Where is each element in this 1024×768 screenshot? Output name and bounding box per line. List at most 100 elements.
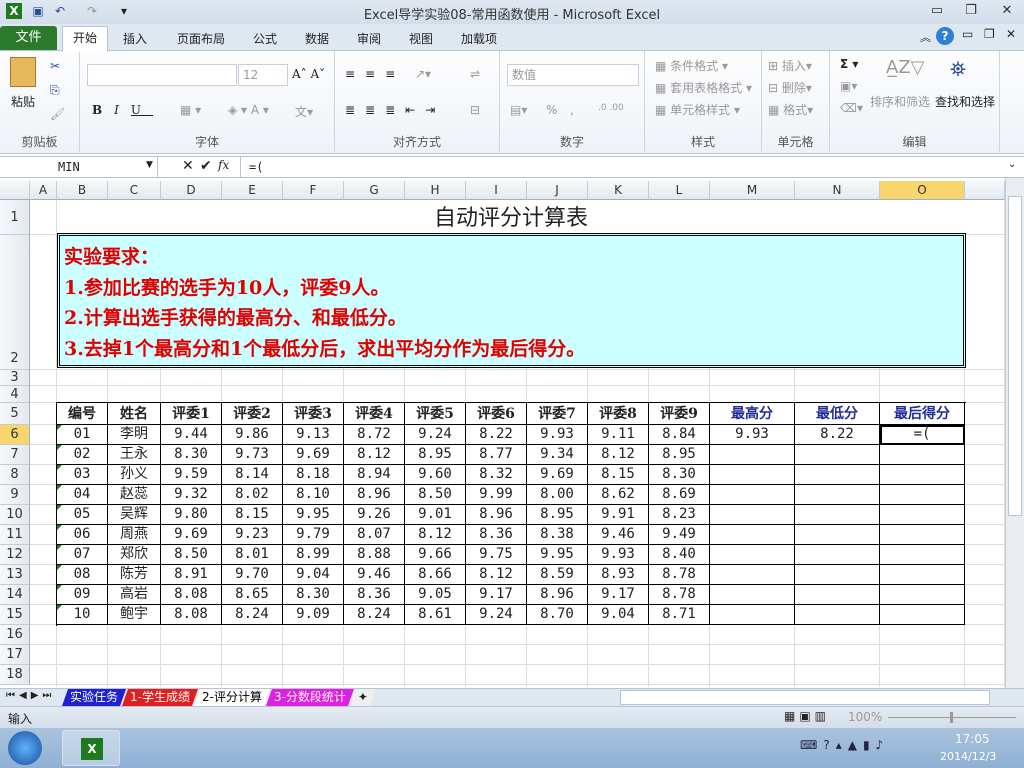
tab-insert[interactable]: 插入 — [113, 28, 157, 51]
row-header-14[interactable]: 14 — [0, 585, 30, 605]
column-header-I[interactable]: I — [466, 181, 527, 200]
horizontal-scrollbar[interactable] — [620, 690, 990, 705]
table-cell[interactable]: 陈芳 — [108, 565, 161, 585]
table-cell[interactable]: 9.99 — [466, 485, 527, 505]
borders-icon[interactable]: ▦ ▾ — [180, 103, 201, 117]
insert-sheet-icon[interactable]: ✦ — [350, 689, 376, 706]
view-buttons[interactable]: ▦▣▥ — [784, 709, 830, 723]
table-cell[interactable] — [880, 485, 965, 505]
vertical-scroll-thumb[interactable] — [1008, 196, 1022, 516]
table-cell[interactable]: 8.95 — [649, 445, 710, 465]
table-cell[interactable]: 9.24 — [466, 605, 527, 625]
column-header-A[interactable]: A — [30, 181, 57, 200]
table-cell[interactable]: 9.49 — [649, 525, 710, 545]
font-name-select[interactable] — [87, 64, 237, 86]
table-cell[interactable]: 8.32 — [466, 465, 527, 485]
row-header-8[interactable]: 8 — [0, 465, 30, 485]
table-cell[interactable]: 高岩 — [108, 585, 161, 605]
table-cell[interactable]: 9.32 — [161, 485, 222, 505]
table-cell[interactable]: 8.84 — [649, 425, 710, 445]
tab-addins[interactable]: 加载项 — [451, 28, 507, 51]
cut-icon[interactable]: ✂ — [50, 59, 60, 73]
column-header-F[interactable]: F — [283, 181, 344, 200]
table-cell[interactable]: 9.93 — [527, 425, 588, 445]
table-cell[interactable]: 8.01 — [222, 545, 283, 565]
table-cell[interactable] — [795, 565, 880, 585]
row-header-17[interactable]: 17 — [0, 645, 30, 665]
column-header-E[interactable]: E — [222, 181, 283, 200]
table-cell[interactable]: 8.71 — [649, 605, 710, 625]
find-select-button[interactable]: 查找和选择 — [935, 93, 995, 110]
table-cell[interactable]: 8.59 — [527, 565, 588, 585]
table-cell[interactable]: 10 — [57, 605, 108, 625]
table-cell[interactable]: 8.30 — [649, 465, 710, 485]
table-cell[interactable] — [795, 545, 880, 565]
table-cell[interactable] — [880, 565, 965, 585]
table-cell[interactable]: 8.88 — [344, 545, 405, 565]
table-cell[interactable]: 8.50 — [161, 545, 222, 565]
sheet-nav-arrows[interactable]: ⏮◀▶⏭ — [6, 690, 55, 701]
table-cell[interactable]: 8.78 — [649, 585, 710, 605]
table-cell[interactable]: 9.44 — [161, 425, 222, 445]
row-header-18[interactable]: 18 — [0, 665, 30, 685]
row-header-1[interactable]: 1 — [0, 200, 30, 235]
table-cell[interactable]: 9.05 — [405, 585, 466, 605]
table-cell[interactable]: 9.17 — [466, 585, 527, 605]
table-cell[interactable]: 8.08 — [161, 605, 222, 625]
workbook-minimize-button[interactable]: ▭ — [962, 27, 973, 41]
row-header-5[interactable]: 5 — [0, 403, 30, 425]
active-cell[interactable]: =( — [880, 425, 965, 445]
table-cell[interactable]: 8.72 — [344, 425, 405, 445]
column-header-D[interactable]: D — [161, 181, 222, 200]
table-cell[interactable] — [880, 525, 965, 545]
zoom-slider-thumb[interactable] — [950, 712, 953, 723]
restore-button[interactable]: ❐ — [960, 3, 982, 18]
table-cell[interactable]: 8.69 — [649, 485, 710, 505]
table-cell[interactable] — [710, 485, 795, 505]
table-cell[interactable]: 王永 — [108, 445, 161, 465]
row-header-11[interactable]: 11 — [0, 525, 30, 545]
table-cell[interactable]: 07 — [57, 545, 108, 565]
table-cell[interactable]: 8.96 — [466, 505, 527, 525]
font-size-select[interactable]: 12 — [238, 64, 288, 86]
tab-data[interactable]: 数据 — [295, 28, 339, 51]
table-cell[interactable]: 孙义 — [108, 465, 161, 485]
table-cell[interactable]: 8.02 — [222, 485, 283, 505]
tab-view[interactable]: 视图 — [399, 28, 443, 51]
table-cell[interactable]: 8.70 — [527, 605, 588, 625]
workbook-restore-button[interactable]: ❐ — [984, 27, 995, 41]
name-box[interactable]: MIN — [0, 157, 158, 177]
table-cell[interactable]: 9.13 — [283, 425, 344, 445]
worksheet-grid[interactable]: A B C D E F G H I J K L M N O 1 2 3 4 5 6 7 8 9 10 11 12 13 14 15 16 17… — [0, 181, 1005, 687]
insert-cells-button[interactable]: ⊞ 插入▾ — [768, 57, 812, 74]
table-cell[interactable]: 9.93 — [710, 425, 795, 445]
table-cell[interactable] — [710, 505, 795, 525]
table-cell[interactable] — [710, 585, 795, 605]
column-header-N[interactable]: N — [795, 181, 880, 200]
table-cell[interactable]: 03 — [57, 465, 108, 485]
table-cell[interactable]: 8.61 — [405, 605, 466, 625]
table-cell[interactable] — [880, 585, 965, 605]
select-all-corner[interactable] — [0, 181, 30, 200]
table-cell[interactable]: 09 — [57, 585, 108, 605]
table-cell[interactable]: 9.70 — [222, 565, 283, 585]
tab-file[interactable]: 文件 — [0, 26, 57, 50]
sort-filter-button[interactable]: 排序和筛选 — [870, 93, 930, 110]
table-cell[interactable]: 8.96 — [527, 585, 588, 605]
column-header-B[interactable]: B — [57, 181, 108, 200]
paste-button[interactable]: 粘贴 — [11, 93, 35, 110]
table-cell[interactable]: 8.07 — [344, 525, 405, 545]
currency-icon[interactable]: ▤▾ — [510, 103, 527, 117]
tab-page-layout[interactable]: 页面布局 — [167, 28, 235, 51]
insert-function-button[interactable]: fx — [218, 158, 229, 172]
copy-icon[interactable]: ⎘ — [50, 83, 60, 98]
table-cell[interactable]: 9.23 — [222, 525, 283, 545]
start-button[interactable] — [8, 731, 42, 765]
table-cell[interactable]: 8.12 — [344, 445, 405, 465]
delete-cells-button[interactable]: ⊟ 删除▾ — [768, 79, 812, 96]
percent-button[interactable]: % — [546, 103, 557, 117]
table-cell[interactable]: 8.00 — [527, 485, 588, 505]
table-cell[interactable] — [795, 505, 880, 525]
number-format-select[interactable]: 数值 — [507, 64, 639, 86]
enter-icon[interactable]: ✔ — [200, 158, 212, 174]
